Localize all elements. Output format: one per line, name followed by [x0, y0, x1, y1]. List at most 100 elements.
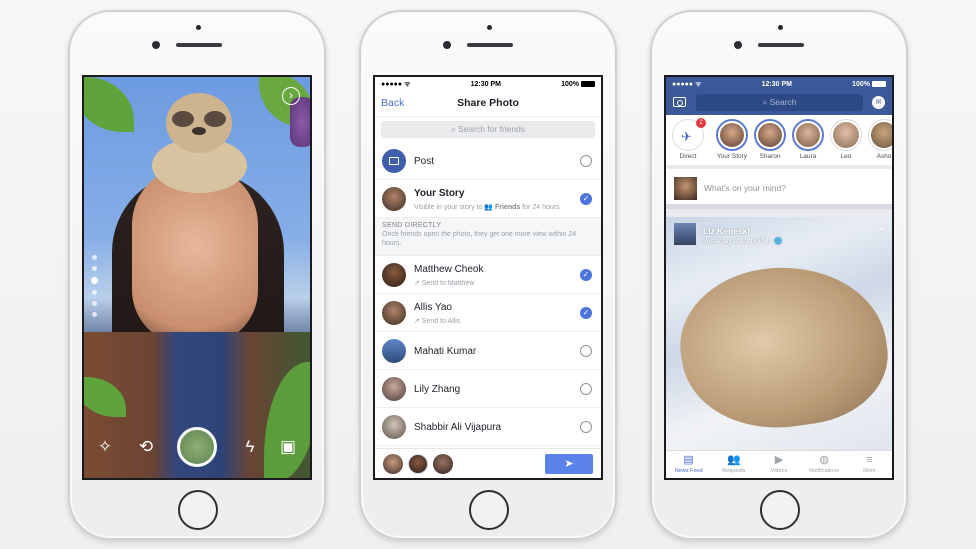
story-item[interactable]: Asho [866, 119, 892, 160]
avatar [674, 177, 697, 200]
friends-icon: 👥 [484, 204, 494, 211]
earpiece-speaker [176, 43, 222, 47]
sloth-mask-filter[interactable] [142, 93, 252, 193]
post-author[interactable]: Liz Keneski [703, 226, 750, 236]
search-input[interactable]: ⌕ Search [696, 94, 863, 111]
leaf-decoration [84, 77, 134, 132]
friend-row[interactable]: Allis Yao ↗ Send to Allis ✓ [375, 294, 601, 332]
chevron-right-circle-icon[interactable]: › [282, 87, 300, 105]
messenger-icon[interactable]: ✉ [872, 96, 885, 109]
section-heading: SEND DIRECTLY [382, 222, 442, 229]
home-button[interactable] [760, 490, 800, 530]
shutter-button[interactable] [177, 427, 217, 467]
story-item[interactable]: Sharon [752, 119, 788, 160]
avatar [758, 123, 782, 147]
friend-name: Matthew Cheok [414, 264, 484, 275]
friend-status: ↗ Send to Matthew [414, 280, 475, 287]
selected-recipients-bar: ➤ [375, 448, 601, 478]
friend-checkbox[interactable]: ✓ [580, 269, 592, 281]
story-item[interactable]: Your Story [714, 119, 750, 160]
post-option[interactable]: Post [375, 142, 601, 180]
status-time: 12:30 PM [761, 80, 792, 88]
zoom-level-indicator[interactable] [91, 255, 98, 317]
flash-off-icon[interactable]: ϟ [239, 437, 261, 457]
your-story-checkbox[interactable]: ✓ [580, 193, 592, 205]
avatar [382, 301, 406, 325]
feed-screen: ●●●●● ᯤ 12:30 PM 100% ⌕ Search ✉ ✈ 2 Dir… [664, 75, 894, 480]
front-camera [734, 41, 742, 49]
friend-row[interactable]: Lily Zhang [375, 370, 601, 408]
send-button[interactable]: ➤ [545, 454, 593, 474]
arrow-icon: ↗ [414, 280, 420, 287]
author-avatar[interactable] [674, 223, 696, 245]
your-story-option[interactable]: Your Story Visible in your story to 👥 Fr… [375, 180, 601, 218]
camera-screen: › ✧ ⟲ ϟ ▣ [82, 75, 312, 480]
avatar [382, 377, 406, 401]
friend-row[interactable]: Shabbir Ali Vijapura [375, 408, 601, 446]
friend-row[interactable]: Mahati Kumar [375, 332, 601, 370]
promo-stage: › ✧ ⟲ ϟ ▣ ●●●●● ᯤ 12:30 PM 100% Back Sha… [0, 0, 976, 549]
front-camera [443, 41, 451, 49]
signal-indicator: ●●●●● ᯤ [381, 80, 411, 88]
story-label: Your Story [716, 153, 748, 160]
camera-icon[interactable] [673, 97, 686, 107]
story-label: Direct [679, 153, 697, 160]
chevron-down-icon[interactable]: ⌄ [877, 222, 885, 233]
gallery-icon[interactable]: ▣ [277, 437, 299, 457]
camera-flip-icon[interactable]: ⟲ [135, 437, 157, 457]
post-photo[interactable] [670, 253, 892, 441]
selected-avatar[interactable] [383, 454, 403, 474]
post-timestamp: Yesterday at 10:14 PM · 🌐 [703, 238, 783, 245]
friend-name: Allis Yao [414, 302, 452, 313]
tab-videos[interactable]: ▶ Videos [756, 451, 801, 478]
search-input[interactable]: ⌕ Search for friends [381, 121, 595, 138]
send-directly-section: SEND DIRECTLY Once friends open the phot… [375, 218, 601, 256]
page-title: Share Photo [457, 97, 519, 109]
proximity-sensor [196, 25, 201, 30]
story-label: Asho [876, 153, 892, 160]
friend-status: ↗ Send to Allis [414, 318, 461, 325]
feed-post[interactable]: Liz Keneski Yesterday at 10:14 PM · 🌐 ⌄ [666, 217, 892, 452]
friend-requests-icon: 👥 [726, 454, 741, 466]
tab-notifications[interactable]: ◍ Notifications [802, 451, 847, 478]
facebook-header: ⌕ Search ✉ [666, 91, 892, 115]
avatar [382, 263, 406, 287]
friend-checkbox[interactable] [580, 421, 592, 433]
arrow-icon: ↗ [414, 318, 420, 325]
friend-checkbox[interactable] [580, 345, 592, 357]
news-feed-icon: ▤ [683, 454, 694, 466]
stories-tray: ✈ 2 Direct Your Story Sharon Laura Leo A… [666, 115, 892, 169]
story-label: Leo [840, 153, 852, 160]
earpiece-speaker [467, 43, 513, 47]
avatar [833, 122, 859, 148]
video-play-icon: ▶ [774, 454, 784, 466]
avatar [720, 123, 744, 147]
tab-more[interactable]: ≡ More [847, 451, 892, 478]
home-button[interactable] [469, 490, 509, 530]
friend-checkbox[interactable]: ✓ [580, 307, 592, 319]
story-direct[interactable]: ✈ 2 Direct [670, 118, 706, 160]
status-composer[interactable]: What's on your mind? [666, 169, 892, 209]
friend-name: Lily Zhang [414, 384, 461, 395]
section-description: Once friends open the photo, they get on… [382, 231, 577, 247]
status-time: 12:30 PM [470, 80, 501, 88]
selected-avatar[interactable] [433, 454, 453, 474]
friend-checkbox[interactable] [580, 383, 592, 395]
story-item[interactable]: Leo [828, 119, 864, 160]
status-bar: ●●●●● ᯤ 12:30 PM 100% [375, 77, 601, 91]
story-item[interactable]: Laura [790, 119, 826, 160]
friend-row[interactable]: Matthew Cheok ↗ Send to Matthew ✓ [375, 256, 601, 294]
selected-avatar[interactable] [408, 454, 428, 474]
nav-bar: Back Share Photo [375, 91, 601, 117]
phone-feed: ●●●●● ᯤ 12:30 PM 100% ⌕ Search ✉ ✈ 2 Dir… [650, 10, 908, 540]
tab-bar: ▤ News Feed 👥 Requests ▶ Videos ◍ Notificati… [666, 450, 892, 478]
paper-plane-icon: ✈ [681, 129, 692, 144]
front-camera [152, 41, 160, 49]
tab-requests[interactable]: 👥 Requests [711, 451, 756, 478]
home-button[interactable] [178, 490, 218, 530]
tab-news-feed[interactable]: ▤ News Feed [666, 451, 711, 478]
magic-wand-icon[interactable]: ✧ [94, 437, 116, 457]
post-checkbox[interactable] [580, 155, 592, 167]
battery-indicator: 100% [852, 81, 886, 88]
composer-placeholder: What's on your mind? [704, 183, 786, 193]
